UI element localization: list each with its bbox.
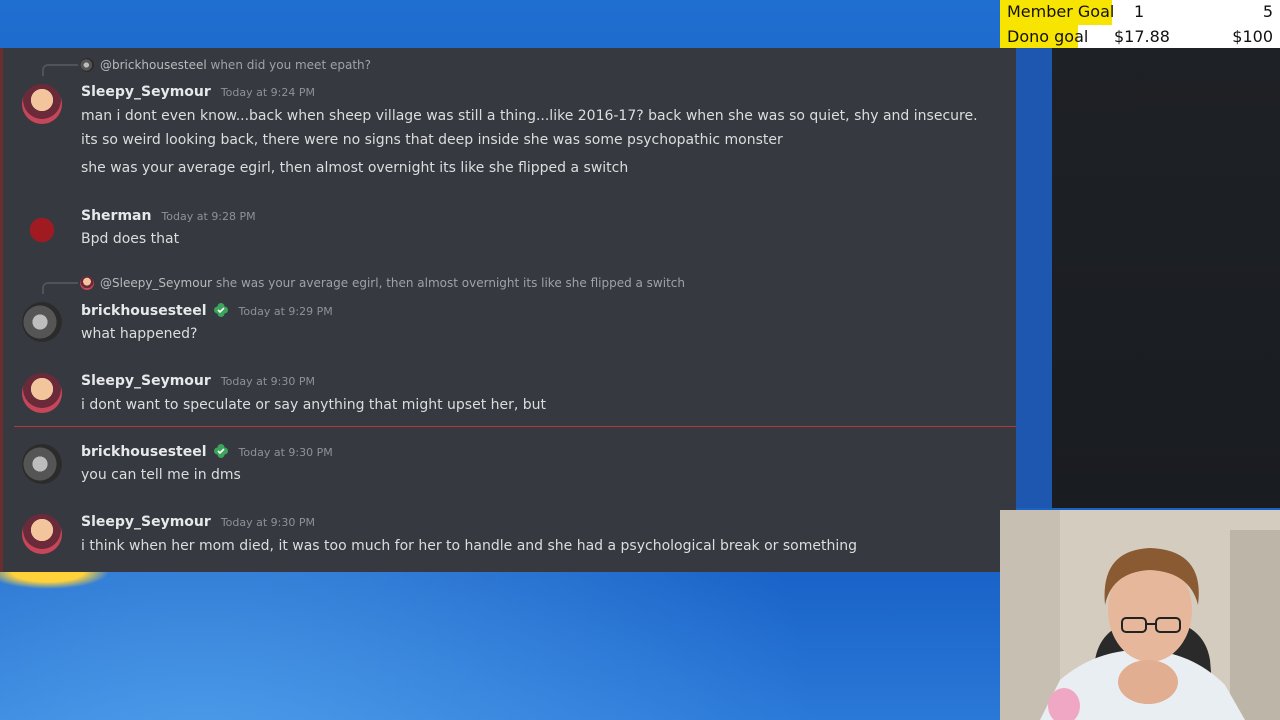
message-text: Bpd does that bbox=[81, 231, 180, 247]
message-text: i think when her mom died, it was too mu… bbox=[81, 538, 857, 554]
green-clover-badge-icon bbox=[213, 303, 228, 317]
desktop-strip bbox=[1016, 48, 1052, 508]
author-name[interactable]: Sherman bbox=[81, 208, 151, 224]
message-timestamp: Today at 9:30 PM bbox=[220, 375, 315, 388]
message-header: Sleepy_Seymour Today at 9:30 PM bbox=[81, 373, 315, 389]
avatar[interactable] bbox=[22, 208, 62, 248]
message-header: Sleepy_Seymour Today at 9:24 PM bbox=[81, 84, 315, 100]
reply-mention[interactable]: @brickhousesteel bbox=[100, 58, 207, 72]
reply-reference[interactable]: @brickhousesteel when did you meet epath… bbox=[80, 58, 371, 72]
author-name[interactable]: brickhousesteel bbox=[81, 303, 207, 319]
reply-text: when did you meet epath? bbox=[210, 58, 371, 72]
message-text: i dont want to speculate or say anything… bbox=[81, 397, 547, 413]
dono-goal-row: Dono goal $17.88 $100 bbox=[1000, 25, 1280, 50]
avatar[interactable] bbox=[22, 444, 62, 484]
webcam-feed bbox=[1000, 510, 1280, 720]
message-header: brickhousesteel Today at 9:29 PM bbox=[81, 302, 333, 319]
message-text: you can tell me in dms bbox=[81, 467, 241, 483]
green-clover-badge-icon bbox=[213, 444, 228, 458]
reply-connector bbox=[42, 282, 78, 294]
author-name[interactable]: Sleepy_Seymour bbox=[81, 373, 211, 389]
message-text: she was your average egirl, then almost … bbox=[81, 160, 629, 176]
reply-mention[interactable]: @Sleepy_Seymour bbox=[100, 276, 212, 290]
message-header: Sherman Today at 9:28 PM bbox=[81, 208, 256, 224]
webcam-person-image bbox=[1000, 510, 1280, 720]
author-name[interactable]: Sleepy_Seymour bbox=[81, 514, 211, 530]
message-timestamp: Today at 9:29 PM bbox=[238, 305, 333, 318]
avatar[interactable] bbox=[22, 84, 62, 124]
message-header: Sleepy_Seymour Today at 9:30 PM bbox=[81, 514, 315, 530]
message-text: what happened? bbox=[81, 326, 198, 342]
reply-avatar bbox=[80, 276, 94, 290]
message-text: its so weird looking back, there were no… bbox=[81, 132, 783, 148]
member-goal-target: 5 bbox=[1262, 2, 1273, 21]
message-header: brickhousesteel Today at 9:30 PM bbox=[81, 443, 333, 460]
reply-text: she was your average egirl, then almost … bbox=[215, 276, 685, 290]
wallpaper-sun-glow bbox=[0, 572, 120, 592]
dono-goal-current: $17.88 bbox=[1114, 27, 1170, 46]
message-timestamp: Today at 9:30 PM bbox=[220, 516, 315, 529]
member-goal-current: 1 bbox=[1134, 2, 1145, 21]
reply-connector bbox=[42, 64, 78, 76]
message-timestamp: Today at 9:28 PM bbox=[161, 210, 256, 223]
dono-goal-label: Dono goal bbox=[1007, 27, 1089, 46]
member-goal-row: Member Goal 1 5 bbox=[1000, 0, 1280, 25]
dark-side-panel bbox=[1052, 48, 1280, 508]
discord-chat-panel[interactable]: @brickhousesteel when did you meet epath… bbox=[0, 48, 1016, 572]
new-messages-divider bbox=[14, 426, 1016, 427]
avatar[interactable] bbox=[22, 373, 62, 413]
stream-goals-overlay: Member Goal 1 5 Dono goal $17.88 $100 bbox=[1000, 0, 1280, 50]
message-text: man i dont even know...back when sheep v… bbox=[81, 108, 978, 124]
avatar[interactable] bbox=[22, 302, 62, 342]
reply-reference[interactable]: @Sleepy_Seymour she was your average egi… bbox=[80, 276, 685, 290]
author-name[interactable]: Sleepy_Seymour bbox=[81, 84, 211, 100]
dono-goal-target: $100 bbox=[1232, 27, 1273, 46]
reply-avatar bbox=[80, 58, 94, 72]
message-timestamp: Today at 9:24 PM bbox=[220, 86, 315, 99]
member-goal-label: Member Goal bbox=[1007, 2, 1115, 21]
author-name[interactable]: brickhousesteel bbox=[81, 444, 207, 460]
message-timestamp: Today at 9:30 PM bbox=[238, 446, 333, 459]
avatar[interactable] bbox=[22, 514, 62, 554]
